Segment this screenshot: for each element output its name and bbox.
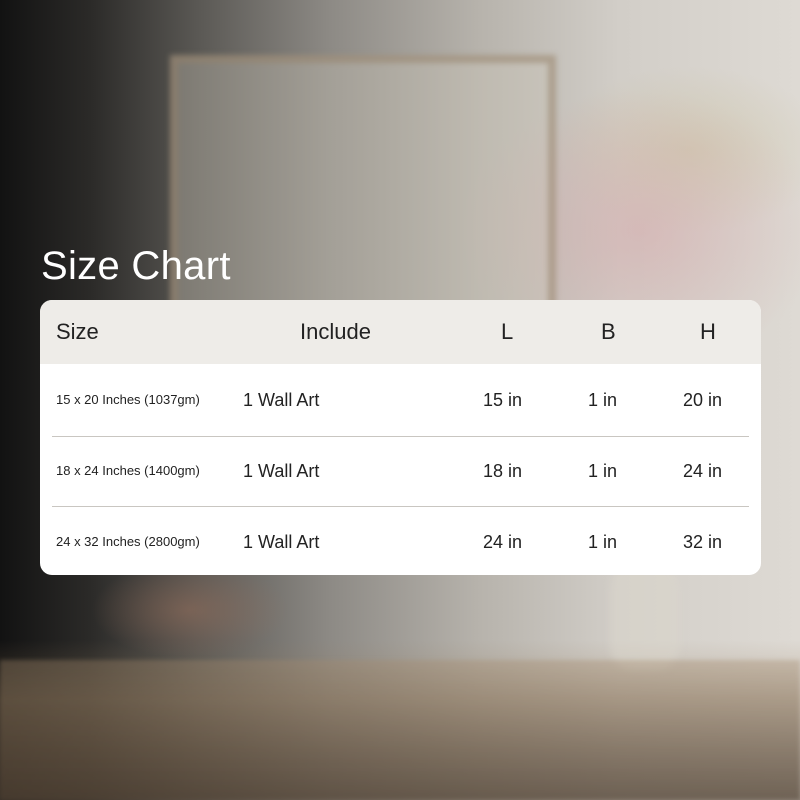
row-size: 18 x 24 Inches (1400gm) (56, 463, 200, 478)
row-length: 15 in (483, 390, 523, 410)
size-chart-table: Size Include L B H 15 x 20 Inches (1037g… (40, 300, 761, 575)
row-breadth: 1 in (588, 390, 618, 410)
row-height: 20 in (683, 390, 723, 410)
header-include: Include (300, 319, 371, 344)
row-height: 32 in (683, 532, 723, 552)
page-title: Size Chart (41, 244, 231, 288)
blurred-vase (610, 560, 680, 670)
row-size: 24 x 32 Inches (2800gm) (56, 534, 200, 549)
row-size: 15 x 20 Inches (1037gm) (56, 392, 200, 407)
row-include: 1 Wall Art (243, 461, 320, 481)
row-include: 1 Wall Art (243, 532, 320, 552)
row-length: 18 in (483, 461, 523, 481)
table-row: 18 x 24 Inches (1400gm) 1 Wall Art 18 in… (40, 436, 761, 506)
header-breadth: B (601, 319, 616, 344)
row-height: 24 in (683, 461, 723, 481)
table-row: 15 x 20 Inches (1037gm) 1 Wall Art 15 in… (40, 365, 761, 435)
row-length: 24 in (483, 532, 523, 552)
header-size: Size (56, 319, 99, 344)
header-length: L (501, 319, 514, 344)
row-include: 1 Wall Art (243, 390, 320, 410)
table-row: 24 x 32 Inches (2800gm) 1 Wall Art 24 in… (40, 507, 761, 575)
table-header: Size Include L B H (40, 300, 761, 364)
row-breadth: 1 in (588, 532, 618, 552)
blurred-shelf (0, 660, 800, 800)
header-height: H (700, 319, 716, 344)
row-breadth: 1 in (588, 461, 618, 481)
